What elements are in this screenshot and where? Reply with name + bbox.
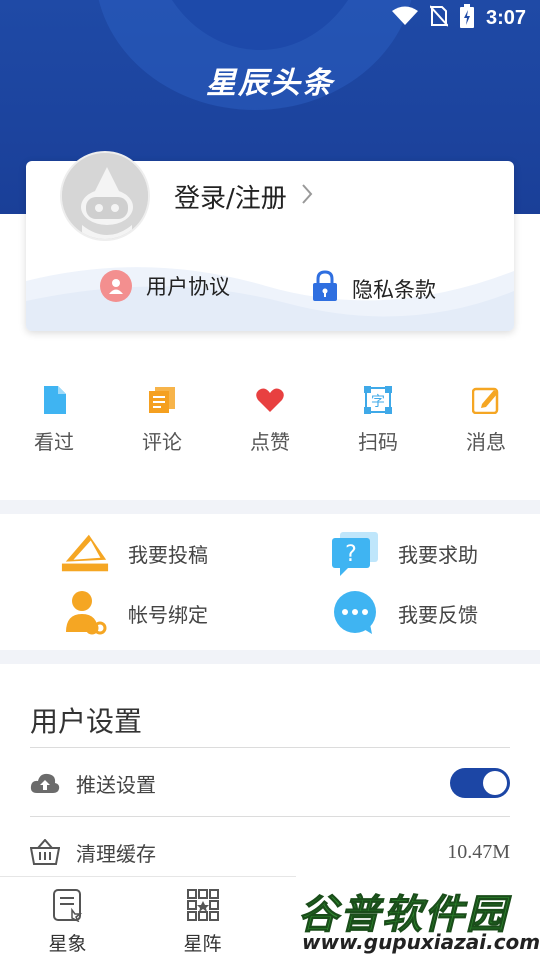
account-bind-icon <box>60 590 110 636</box>
news-icon <box>50 887 86 923</box>
document-icon <box>40 386 68 414</box>
edit-note-icon <box>472 386 500 414</box>
quick-action-label: 评论 <box>142 430 182 454</box>
service-label: 我要投稿 <box>128 542 208 567</box>
nav-label: 星阵 <box>183 933 222 955</box>
nav-label: 星象 <box>48 933 87 955</box>
section-divider <box>0 650 540 664</box>
wifi-icon <box>391 6 418 30</box>
svg-text:字: 字 <box>371 394 385 410</box>
battery-icon <box>459 4 474 32</box>
user-agreement-link[interactable]: 用户协议 <box>100 270 230 302</box>
basket-icon <box>30 837 60 867</box>
cache-size: 10.47M <box>447 840 510 863</box>
nav-xingxiang[interactable]: 星象 <box>0 877 135 960</box>
service-help[interactable]: ? 我要求助 <box>330 530 478 576</box>
feedback-icon <box>330 590 380 636</box>
service-label: 帐号绑定 <box>128 602 208 627</box>
clear-cache-row[interactable]: 清理缓存 10.47M <box>30 832 510 872</box>
chevron-right-icon <box>301 183 313 211</box>
quick-action-label: 消息 <box>466 430 506 454</box>
settings-title: 用户设置 <box>30 705 143 738</box>
login-register-link[interactable]: 登录/注册 <box>174 178 313 215</box>
svg-text:?: ? <box>345 542 357 567</box>
divider <box>30 747 510 748</box>
user-agreement-label: 用户协议 <box>146 275 230 299</box>
app-logo: 星辰头条 <box>206 66 334 101</box>
cloud-upload-icon <box>30 768 60 798</box>
quick-action-scan[interactable]: 字 扫码 <box>324 386 432 466</box>
push-toggle[interactable] <box>450 768 510 798</box>
watermark-url: www.gupuxiazai.com <box>302 930 540 954</box>
section-divider <box>0 500 540 514</box>
toggle-knob <box>483 771 507 795</box>
quick-action-comments[interactable]: 评论 <box>108 386 216 466</box>
service-label: 我要反馈 <box>398 602 478 627</box>
comment-doc-icon <box>148 386 176 414</box>
clear-cache-label: 清理缓存 <box>76 841 156 866</box>
privacy-policy-label: 隐私条款 <box>352 277 436 302</box>
lock-icon <box>312 270 338 307</box>
service-label: 我要求助 <box>398 542 478 567</box>
submit-icon <box>60 530 110 576</box>
quick-actions: 看过 评论 点赞 字 扫码 消息 <box>0 386 540 466</box>
scan-icon: 字 <box>364 386 392 414</box>
quick-action-label: 看过 <box>34 430 74 454</box>
push-settings-label: 推送设置 <box>76 772 156 797</box>
grid-icon <box>185 887 221 923</box>
heart-icon <box>256 386 284 414</box>
watermark: 谷普软件园 www.gupuxiazai.com <box>296 876 540 960</box>
clock: 3:07 <box>485 6 526 29</box>
avatar[interactable] <box>60 151 150 241</box>
status-bar: 3:07 <box>0 0 540 36</box>
no-sim-icon <box>429 5 449 31</box>
divider <box>30 816 510 817</box>
nav-xingzhen[interactable]: 星阵 <box>135 877 270 960</box>
quick-action-messages[interactable]: 消息 <box>432 386 540 466</box>
quick-action-history[interactable]: 看过 <box>0 386 108 466</box>
service-feedback[interactable]: 我要反馈 <box>330 590 478 636</box>
privacy-policy-link[interactable]: 隐私条款 <box>312 270 436 307</box>
help-icon: ? <box>330 530 380 576</box>
quick-action-label: 扫码 <box>358 430 398 454</box>
push-settings-row: 推送设置 <box>30 763 510 803</box>
user-agreement-icon <box>100 270 132 302</box>
service-submit[interactable]: 我要投稿 <box>60 530 208 576</box>
quick-action-likes[interactable]: 点赞 <box>216 386 324 466</box>
quick-action-label: 点赞 <box>250 430 290 454</box>
login-register-label: 登录/注册 <box>174 184 287 214</box>
service-account-bind[interactable]: 帐号绑定 <box>60 590 208 636</box>
